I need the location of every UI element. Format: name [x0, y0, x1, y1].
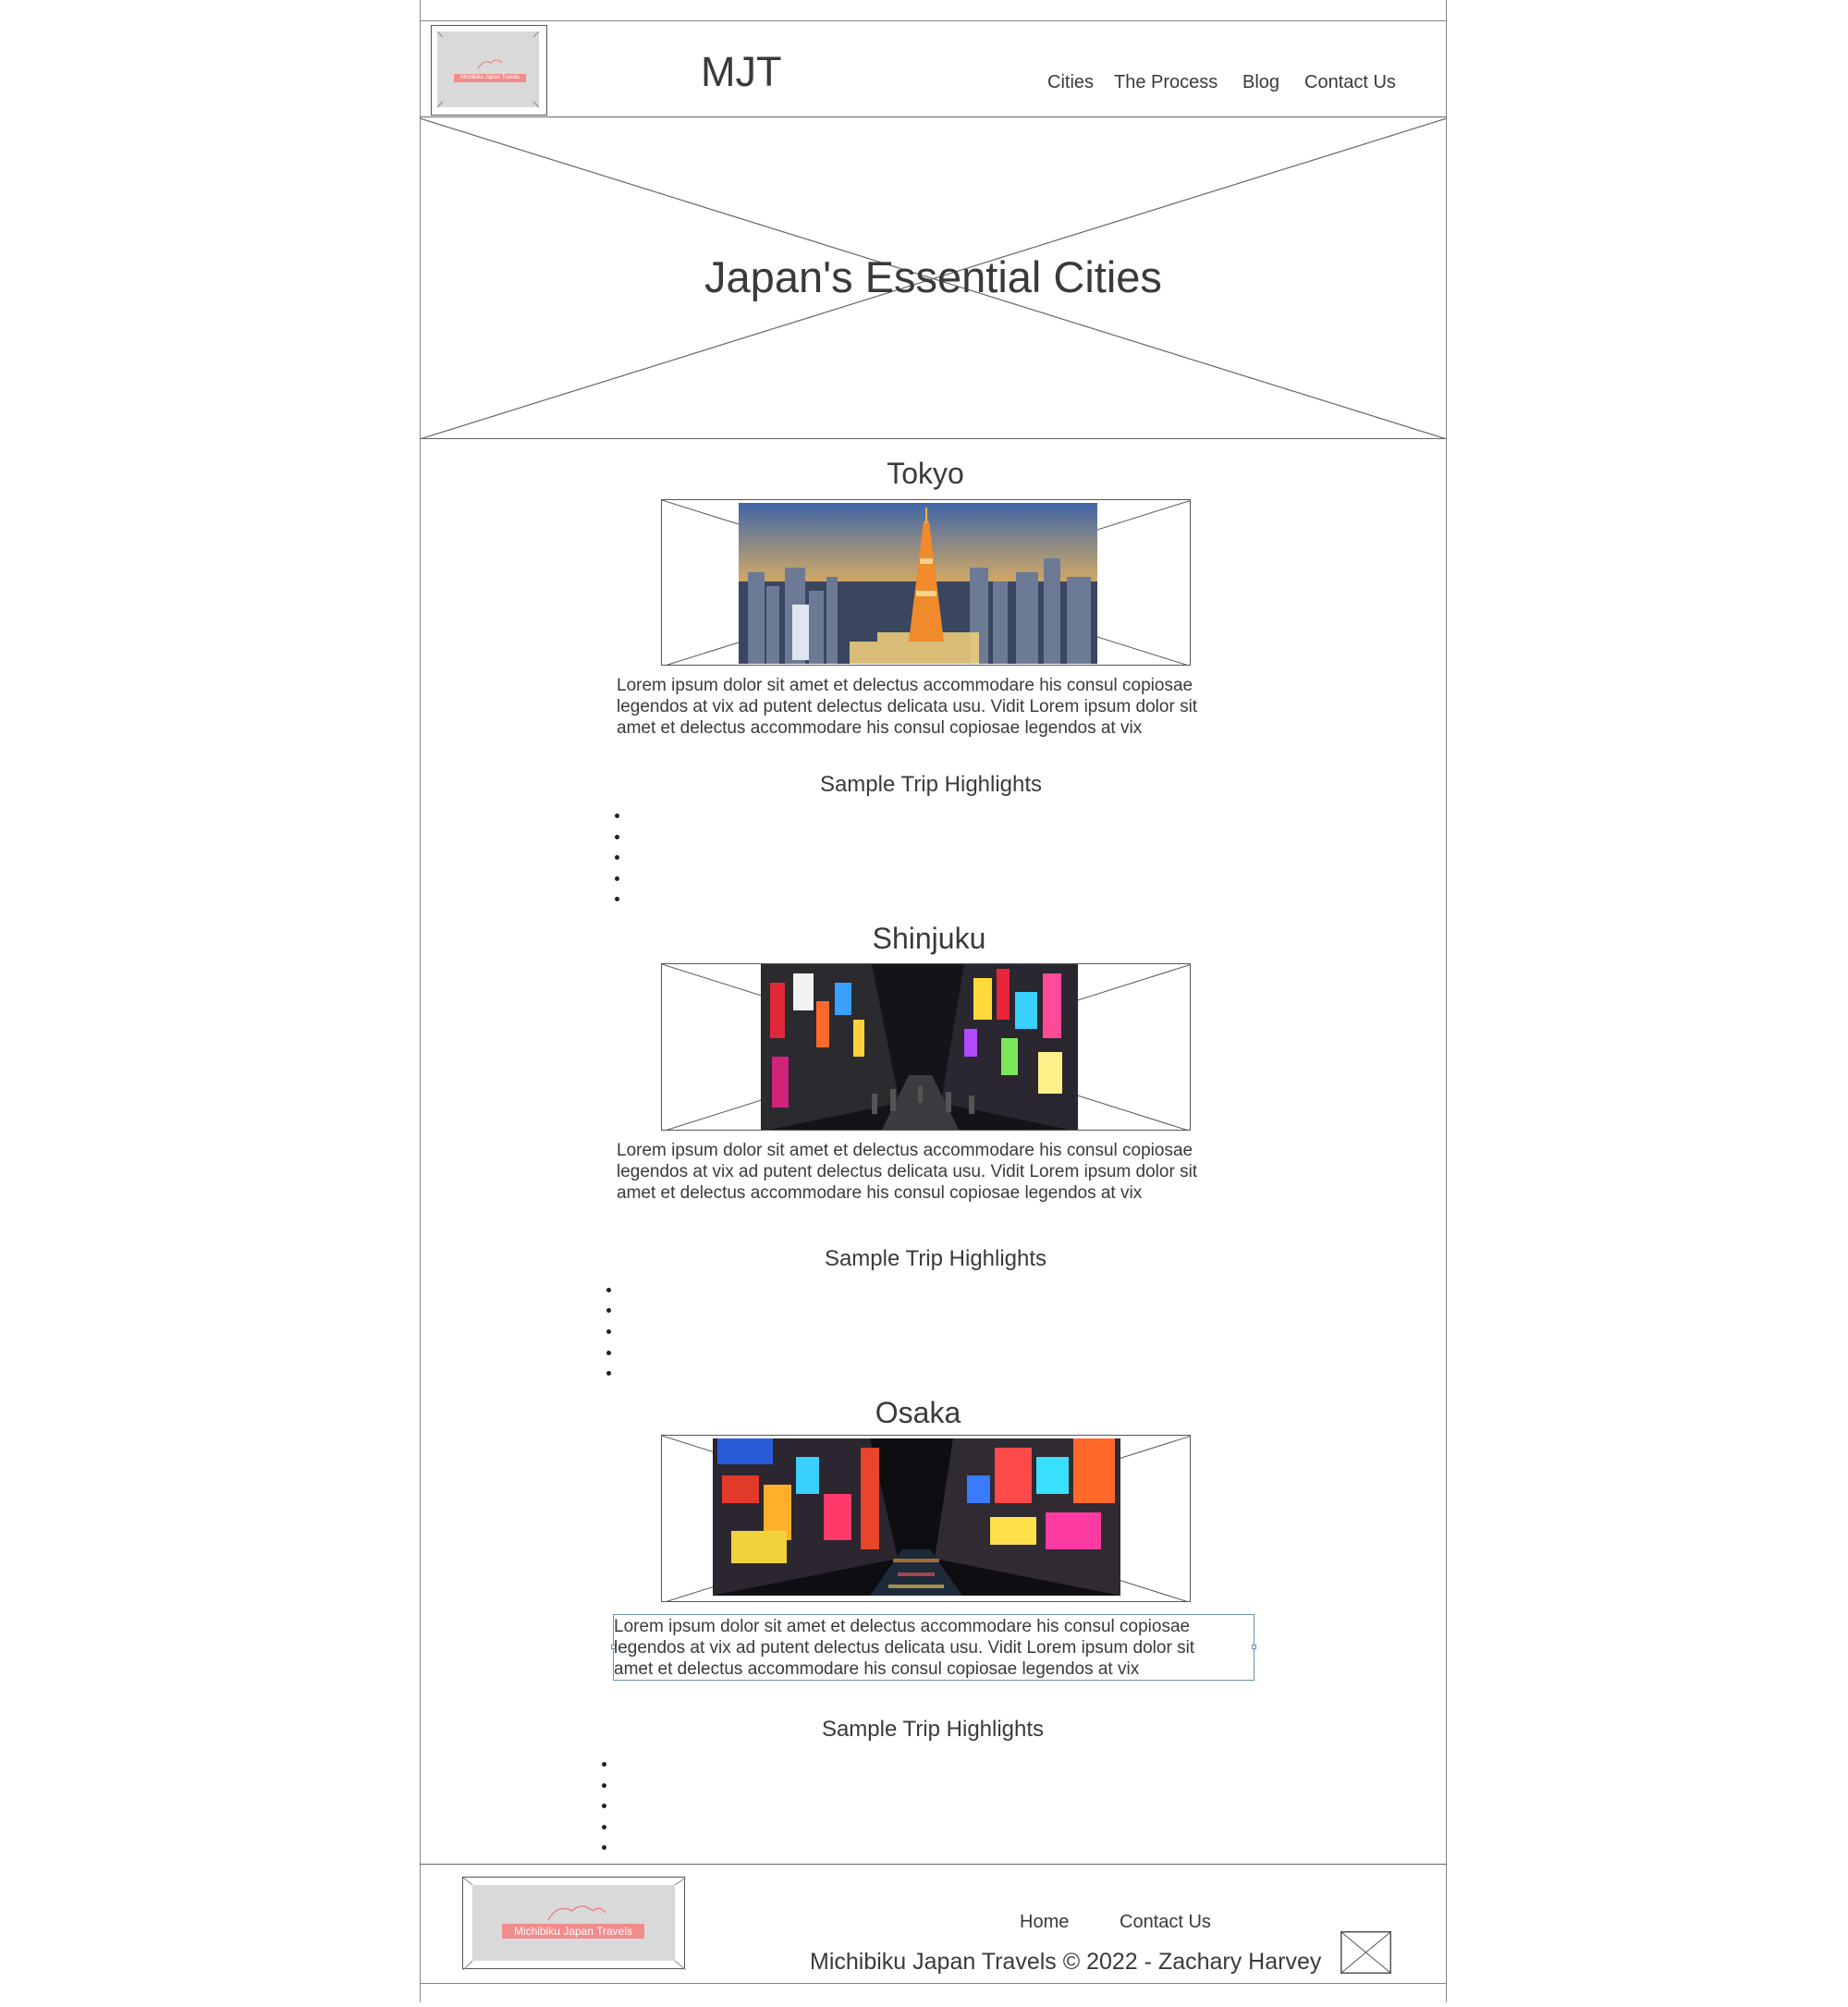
footer-link-home[interactable]: Home	[1020, 1912, 1069, 1933]
tokyo-tower-skyline-icon	[739, 503, 1097, 664]
footer-logo-ribbon: Michibiku Japan Travels	[502, 1924, 644, 1939]
nav-cities[interactable]: Cities	[1047, 72, 1094, 93]
city-image-tokyo	[661, 499, 1191, 666]
city-image-osaka	[661, 1435, 1191, 1602]
footer-divider	[420, 1864, 1447, 1865]
nav-the-process[interactable]: The Process	[1114, 72, 1218, 93]
description-line: Lorem ipsum dolor sit amet et delectus a…	[617, 676, 1193, 695]
copyright: Michibiku Japan Travels © 2022 - Zachary…	[810, 1949, 1322, 1975]
footer-bottom-rule	[420, 1983, 1447, 1984]
city-title-shinjuku: Shinjuku	[872, 922, 986, 955]
osaka-dotonbori-canal-icon	[713, 1438, 1120, 1596]
hero-divider	[420, 438, 1447, 439]
header-logo-ribbon: Michibiku Japan Travels	[454, 74, 526, 82]
cherry-blossom-icon	[477, 59, 503, 69]
description-line: legendos at vix ad putent delectus delic…	[617, 697, 1198, 716]
list-item	[606, 1351, 611, 1355]
description-line: legendos at vix ad putent delectus delic…	[614, 1638, 1195, 1658]
header-divider	[420, 116, 1447, 117]
highlights-title-shinjuku: Sample Trip Highlights	[824, 1246, 1047, 1271]
list-item	[606, 1329, 611, 1334]
list-item	[602, 1762, 606, 1767]
list-item	[606, 1371, 611, 1376]
highlights-title-osaka: Sample Trip Highlights	[821, 1717, 1045, 1742]
list-item	[602, 1845, 606, 1850]
city-title-osaka: Osaka	[875, 1396, 961, 1429]
footer-link-contact-us[interactable]: Contact Us	[1120, 1912, 1211, 1933]
hero-title: Japan's Essential Cities	[704, 252, 1162, 301]
city-title-tokyo: Tokyo	[887, 457, 964, 490]
list-item	[615, 876, 619, 881]
list-item	[606, 1308, 611, 1313]
description-line: amet et delectus accommodare his consul …	[617, 718, 1143, 738]
header-logo-border-bevel	[437, 31, 539, 107]
list-item	[602, 1804, 606, 1808]
list-item	[615, 814, 619, 818]
list-item	[602, 1825, 606, 1830]
top-rule	[420, 20, 1447, 21]
cherry-blossom-icon	[547, 1905, 606, 1921]
city-description-shinjuku: Lorem ipsum dolor sit amet et delectus a…	[617, 1140, 1245, 1204]
shinjuku-night-street-icon	[761, 964, 1078, 1130]
shinjuku-photo	[761, 964, 1078, 1130]
osaka-photo	[713, 1438, 1120, 1596]
list-item	[615, 897, 619, 901]
list-item	[606, 1288, 611, 1292]
city-image-shinjuku	[661, 963, 1191, 1131]
nav-contact-us[interactable]: Contact Us	[1304, 72, 1396, 93]
image-placeholder-icon[interactable]	[1340, 1931, 1391, 1974]
header-logo[interactable]: Michibiku Japan Travels	[431, 25, 547, 116]
description-line: amet et delectus accommodare his consul …	[617, 1183, 1143, 1203]
nav-blog[interactable]: Blog	[1242, 72, 1279, 93]
highlights-title-tokyo: Sample Trip Highlights	[819, 772, 1043, 797]
list-item	[615, 855, 619, 860]
description-line: amet et delectus accommodare his consul …	[614, 1659, 1140, 1679]
description-line: legendos at vix ad putent delectus delic…	[617, 1162, 1198, 1181]
site-title: MJT	[701, 48, 782, 95]
list-item	[602, 1783, 606, 1788]
city-description-tokyo: Lorem ipsum dolor sit amet et delectus a…	[617, 675, 1245, 739]
description-line: Lorem ipsum dolor sit amet et delectus a…	[617, 1141, 1193, 1160]
selection-handle-right[interactable]	[1252, 1645, 1256, 1649]
description-line: Lorem ipsum dolor sit amet et delectus a…	[614, 1617, 1191, 1636]
list-item	[615, 835, 619, 839]
footer-logo[interactable]: Michibiku Japan Travels	[462, 1877, 686, 1970]
city-description-osaka[interactable]: Lorem ipsum dolor sit amet et delectus a…	[614, 1616, 1242, 1680]
tokyo-photo	[739, 503, 1097, 664]
